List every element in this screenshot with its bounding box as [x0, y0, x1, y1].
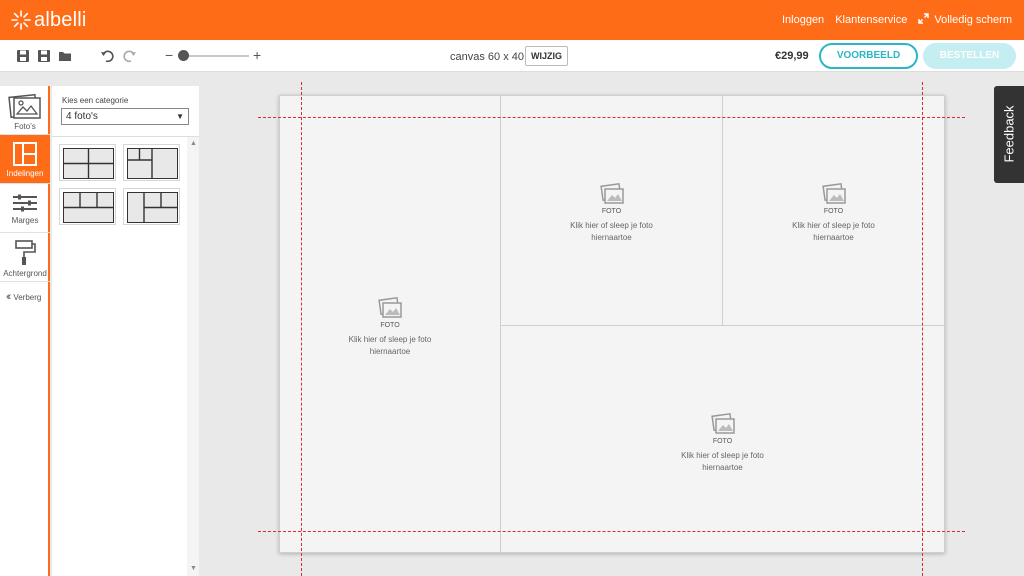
tool-rail: Foto's Indelingen Marges Achtergrond ‹‹ V… [0, 86, 50, 576]
header-links: Inloggen Klantenservice Volledig scherm [782, 13, 1012, 26]
feedback-label: Feedback [1001, 105, 1017, 163]
category-select-value: 4 foto's [66, 111, 98, 122]
top-bar: albelli Inloggen Klantenservice Volledig… [0, 0, 1024, 40]
layout-option-1[interactable] [59, 144, 116, 181]
scroll-down-icon[interactable]: ▼ [190, 565, 197, 572]
slot-placeholder: FOTO Klik hier of sleep je foto hiernaar… [501, 412, 944, 474]
layouts-panel: Kies een categorie 4 foto's ▼ ▲ ▼ [52, 86, 199, 576]
zoom-out-button[interactable]: − [165, 48, 173, 62]
feedback-tab[interactable]: Feedback [994, 86, 1024, 183]
brand-name: albelli [34, 8, 87, 31]
slot-instruction-line2: hiernaartoe [591, 233, 632, 242]
rail-item-margins[interactable]: Marges [0, 184, 50, 233]
login-link[interactable]: Inloggen [782, 14, 824, 26]
layouts-icon [13, 142, 37, 166]
photo-slot-1[interactable]: FOTO Klik hier of sleep je foto hiernaar… [279, 95, 501, 553]
margins-icon [13, 194, 37, 212]
rail-label-margins: Marges [11, 216, 39, 225]
rail-item-layouts[interactable]: Indelingen [0, 135, 50, 184]
folder-icon[interactable] [58, 49, 72, 63]
slot-placeholder: FOTO Klik hier of sleep je foto hiernaar… [280, 296, 500, 358]
bleed-guide-right [922, 82, 923, 576]
slot-placeholder: FOTO Klik hier of sleep je foto hiernaar… [501, 182, 722, 244]
layout-thumb-4 [127, 192, 178, 223]
canvas-size-label: canvas 60 x 40 [450, 51, 524, 63]
slot-foto-label: FOTO [712, 438, 733, 445]
slot-instruction-line2: hiernaartoe [369, 347, 411, 356]
photo-placeholder-icon [378, 296, 402, 318]
fullscreen-icon [918, 13, 930, 24]
hide-panel-button[interactable]: ‹‹ Verberg [0, 285, 50, 309]
photo-slot-4[interactable]: FOTO Klik hier of sleep je foto hiernaar… [500, 325, 945, 553]
photo-placeholder-icon [821, 182, 846, 204]
slot-instruction-line1: Klik hier of sleep je foto [348, 335, 432, 344]
dropdown-arrow-icon: ▼ [176, 112, 184, 121]
slot-foto-label: FOTO [380, 322, 400, 329]
category-select[interactable]: 4 foto's ▼ [61, 108, 189, 125]
undo-icon[interactable] [100, 49, 114, 63]
editor-toolbar: − + canvas 60 x 40 WIJZIG €29,99 VOORBEE… [0, 40, 1024, 72]
layout-thumb-1 [63, 148, 114, 179]
rail-item-background[interactable]: Achtergrond [0, 233, 50, 282]
slot-instruction-line2: hiernaartoe [813, 233, 854, 242]
customer-service-link[interactable]: Klantenservice [835, 14, 907, 26]
photo-slot-2[interactable]: FOTO Klik hier of sleep je foto hiernaar… [500, 95, 723, 326]
rail-label-layouts: Indelingen [6, 169, 44, 178]
rail-item-photos[interactable]: Foto's [0, 86, 50, 135]
panel-scrollbar[interactable]: ▲ ▼ [187, 137, 199, 576]
bleed-guide-top [258, 117, 965, 118]
slot-instruction-line1: Klik hier of sleep je foto [681, 451, 764, 460]
price-label: €29,99 [775, 50, 809, 62]
preview-button[interactable]: VOORBEELD [819, 43, 918, 69]
hide-panel-label: Verberg [13, 293, 42, 302]
rail-label-photos: Foto's [14, 122, 36, 131]
rail-label-background: Achtergrond [3, 269, 47, 278]
save-as-icon[interactable] [37, 49, 51, 63]
layout-option-4[interactable] [123, 188, 180, 225]
change-size-button[interactable]: WIJZIG [525, 46, 568, 66]
zoom-slider-track[interactable] [179, 55, 249, 57]
layout-option-2[interactable] [123, 144, 180, 181]
double-chevron-left-icon: ‹‹ [6, 291, 12, 303]
bleed-guide-bottom [258, 531, 965, 532]
order-button[interactable]: BESTELLEN [923, 43, 1016, 69]
albelli-logo[interactable]: albelli [10, 8, 87, 32]
save-icon[interactable] [16, 49, 30, 63]
fullscreen-label: Volledig scherm [934, 14, 1012, 26]
zoom-slider-handle[interactable] [178, 50, 189, 61]
slot-instruction-line2: hiernaartoe [702, 463, 743, 472]
layout-thumb-3 [63, 192, 114, 223]
zoom-in-button[interactable]: + [253, 48, 261, 62]
slot-foto-label: FOTO [601, 208, 622, 215]
fullscreen-link[interactable]: Volledig scherm [918, 13, 1012, 26]
slot-instruction-line1: Klik hier of sleep je foto [792, 221, 875, 230]
photo-placeholder-icon [710, 412, 735, 434]
bleed-guide-left [301, 82, 302, 576]
panel-divider [52, 136, 199, 137]
slot-foto-label: FOTO [823, 208, 844, 215]
redo-icon[interactable] [123, 49, 137, 63]
slot-placeholder: FOTO Klik hier of sleep je foto hiernaar… [723, 182, 944, 244]
background-roller-icon [15, 240, 36, 265]
layout-thumb-2 [127, 148, 178, 179]
design-canvas[interactable]: FOTO Klik hier of sleep je foto hiernaar… [279, 95, 945, 553]
albelli-sun-icon [11, 10, 31, 30]
scroll-up-icon[interactable]: ▲ [190, 140, 197, 147]
category-label: Kies een categorie [62, 96, 129, 105]
layout-option-3[interactable] [59, 188, 116, 225]
photos-icon [8, 93, 41, 119]
slot-instruction-line1: Klik hier of sleep je foto [570, 221, 653, 230]
photo-slot-3[interactable]: FOTO Klik hier of sleep je foto hiernaar… [722, 95, 945, 326]
photo-placeholder-icon [599, 182, 624, 204]
